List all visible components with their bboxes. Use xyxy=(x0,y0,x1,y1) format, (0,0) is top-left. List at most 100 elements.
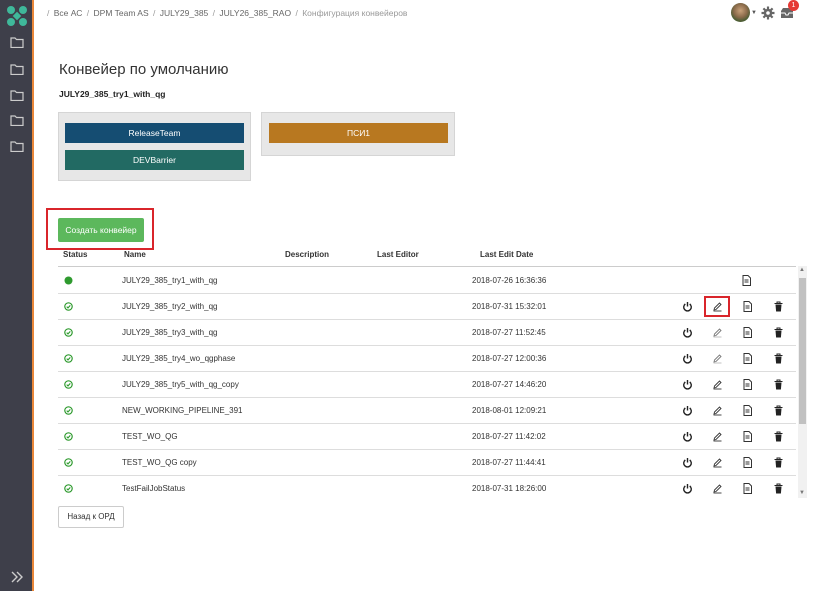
power-icon[interactable] xyxy=(682,327,693,338)
last-edit-date: 2018-07-27 11:52:45 xyxy=(472,328,546,337)
breadcrumb-separator: / xyxy=(86,8,90,18)
chevron-down-icon[interactable]: ▼ xyxy=(751,10,757,16)
table-row[interactable]: JULY29_385_try2_with_qg 2018-07-31 15:32… xyxy=(58,294,796,320)
expand-sidebar-icon[interactable] xyxy=(10,571,24,583)
pipeline-name[interactable]: JULY29_385_try5_with_qg_copy xyxy=(122,380,239,389)
power-icon[interactable] xyxy=(682,301,693,312)
status-ok-icon xyxy=(64,354,73,363)
app-logo-icon[interactable] xyxy=(6,5,28,27)
edit-pencil-icon[interactable] xyxy=(712,431,723,442)
scroll-up-icon[interactable]: ▲ xyxy=(799,267,805,273)
trash-icon[interactable] xyxy=(773,327,784,338)
breadcrumb-separator: / xyxy=(212,8,216,18)
sidebar xyxy=(0,0,34,591)
notification-badge: 1 xyxy=(788,0,799,11)
edit-pencil-icon[interactable] xyxy=(712,405,723,416)
folder-icon[interactable] xyxy=(10,90,24,101)
edit-pencil-icon[interactable] xyxy=(712,379,723,390)
folder-icon[interactable] xyxy=(10,141,24,152)
pipeline-name[interactable]: JULY29_385_try3_with_qg xyxy=(122,328,217,337)
folder-icon[interactable] xyxy=(10,37,24,48)
status-ok-icon xyxy=(64,484,73,493)
topbar: / Все АС / DPM Team AS / JULY29_385 / JU… xyxy=(36,0,816,27)
pipeline-name[interactable]: TEST_WO_QG copy xyxy=(122,458,197,467)
table-row[interactable]: TestFailJobStatus 2018-07-31 18:26:00 xyxy=(58,476,796,502)
edit-pencil-icon[interactable] xyxy=(712,457,723,468)
breadcrumb-item[interactable]: Все АС xyxy=(54,8,83,18)
pipeline-name[interactable]: NEW_WORKING_PIPELINE_391 xyxy=(122,406,242,415)
trash-icon[interactable] xyxy=(773,405,784,416)
table-row[interactable]: JULY29_385_try1_with_qg 2018-07-26 16:36… xyxy=(58,268,796,294)
power-icon[interactable] xyxy=(682,353,693,364)
table-row[interactable]: JULY29_385_try4_wo_qgphase 2018-07-27 12… xyxy=(58,346,796,372)
breadcrumb-separator: / xyxy=(153,8,156,18)
stage-psi1[interactable]: ПСИ1 xyxy=(269,123,448,143)
trash-icon[interactable] xyxy=(773,353,784,364)
breadcrumb-item[interactable]: JULY29_385 xyxy=(160,8,209,18)
folder-icon[interactable] xyxy=(10,115,24,126)
table-header-divider xyxy=(58,266,796,267)
document-icon[interactable] xyxy=(742,405,753,416)
table-row[interactable]: JULY29_385_try3_with_qg 2018-07-27 11:52… xyxy=(58,320,796,346)
stage-devbarrier[interactable]: DEVBarrier xyxy=(65,150,244,170)
status-ok-icon xyxy=(64,432,73,441)
power-icon[interactable] xyxy=(682,483,693,494)
trash-icon[interactable] xyxy=(773,301,784,312)
pipeline-name[interactable]: TestFailJobStatus xyxy=(122,484,185,493)
power-icon[interactable] xyxy=(682,457,693,468)
status-ok-icon xyxy=(64,406,73,415)
pipeline-name[interactable]: TEST_WO_QG xyxy=(122,432,178,441)
page-title: Конвейер по умолчанию xyxy=(59,61,229,78)
trash-icon[interactable] xyxy=(773,431,784,442)
breadcrumb-separator: / xyxy=(295,8,298,18)
status-ok-icon xyxy=(64,328,73,337)
table-row[interactable]: NEW_WORKING_PIPELINE_391 2018-08-01 12:0… xyxy=(58,398,796,424)
divider xyxy=(545,183,655,186)
breadcrumb: / Все АС / DPM Team AS / JULY29_385 / JU… xyxy=(45,8,407,18)
power-icon[interactable] xyxy=(682,405,693,416)
table-row[interactable]: TEST_WO_QG copy 2018-07-27 11:44:41 xyxy=(58,450,796,476)
folder-icon[interactable] xyxy=(10,64,24,75)
table-row[interactable]: TEST_WO_QG 2018-07-27 11:42:02 xyxy=(58,424,796,450)
power-icon[interactable] xyxy=(682,431,693,442)
gear-icon[interactable] xyxy=(761,6,775,20)
pipeline-name[interactable]: JULY29_385_try2_with_qg xyxy=(122,302,217,311)
column-header-last-edit-date: Last Edit Date xyxy=(480,250,534,259)
trash-icon[interactable] xyxy=(773,483,784,494)
column-header-last-editor: Last Editor xyxy=(377,250,419,259)
document-icon[interactable] xyxy=(742,483,753,494)
user-avatar[interactable] xyxy=(731,3,750,22)
table-scrollbar[interactable]: ▲ ▼ xyxy=(798,266,807,498)
last-edit-date: 2018-07-27 11:42:02 xyxy=(472,432,546,441)
document-icon[interactable] xyxy=(742,431,753,442)
scroll-thumb[interactable] xyxy=(799,278,806,424)
breadcrumb-item[interactable]: DPM Team AS xyxy=(94,8,149,18)
last-edit-date: 2018-07-27 11:44:41 xyxy=(472,458,546,467)
document-icon[interactable] xyxy=(742,353,753,364)
status-ok-icon xyxy=(64,380,73,389)
power-icon[interactable] xyxy=(682,379,693,390)
pipeline-subtitle: JULY29_385_try1_with_qg xyxy=(59,89,166,99)
document-icon[interactable] xyxy=(741,275,752,286)
stage-releaseteam[interactable]: ReleaseTeam xyxy=(65,123,244,143)
trash-icon[interactable] xyxy=(773,379,784,390)
document-icon[interactable] xyxy=(742,379,753,390)
pipeline-name[interactable]: JULY29_385_try4_wo_qgphase xyxy=(122,354,235,363)
column-header-name: Name xyxy=(124,250,146,259)
edit-pencil-icon[interactable] xyxy=(712,301,723,312)
breadcrumb-item[interactable]: JULY26_385_RAO xyxy=(219,8,291,18)
create-pipeline-button[interactable]: Создать конвейер xyxy=(58,218,144,242)
edit-pencil-icon[interactable] xyxy=(712,483,723,494)
edit-pencil-icon[interactable] xyxy=(712,353,723,364)
trash-icon[interactable] xyxy=(773,457,784,468)
last-edit-date: 2018-08-01 12:09:21 xyxy=(472,406,547,415)
document-icon[interactable] xyxy=(742,457,753,468)
pipeline-name[interactable]: JULY29_385_try1_with_qg xyxy=(122,276,217,285)
edit-pencil-icon[interactable] xyxy=(712,327,723,338)
document-icon[interactable] xyxy=(742,301,753,312)
scroll-down-icon[interactable]: ▼ xyxy=(799,490,805,496)
table-row[interactable]: JULY29_385_try5_with_qg_copy 2018-07-27 … xyxy=(58,372,796,398)
last-edit-date: 2018-07-27 12:00:36 xyxy=(472,354,547,363)
document-icon[interactable] xyxy=(742,327,753,338)
back-to-ord-button[interactable]: Назад к ОРД xyxy=(58,506,124,528)
